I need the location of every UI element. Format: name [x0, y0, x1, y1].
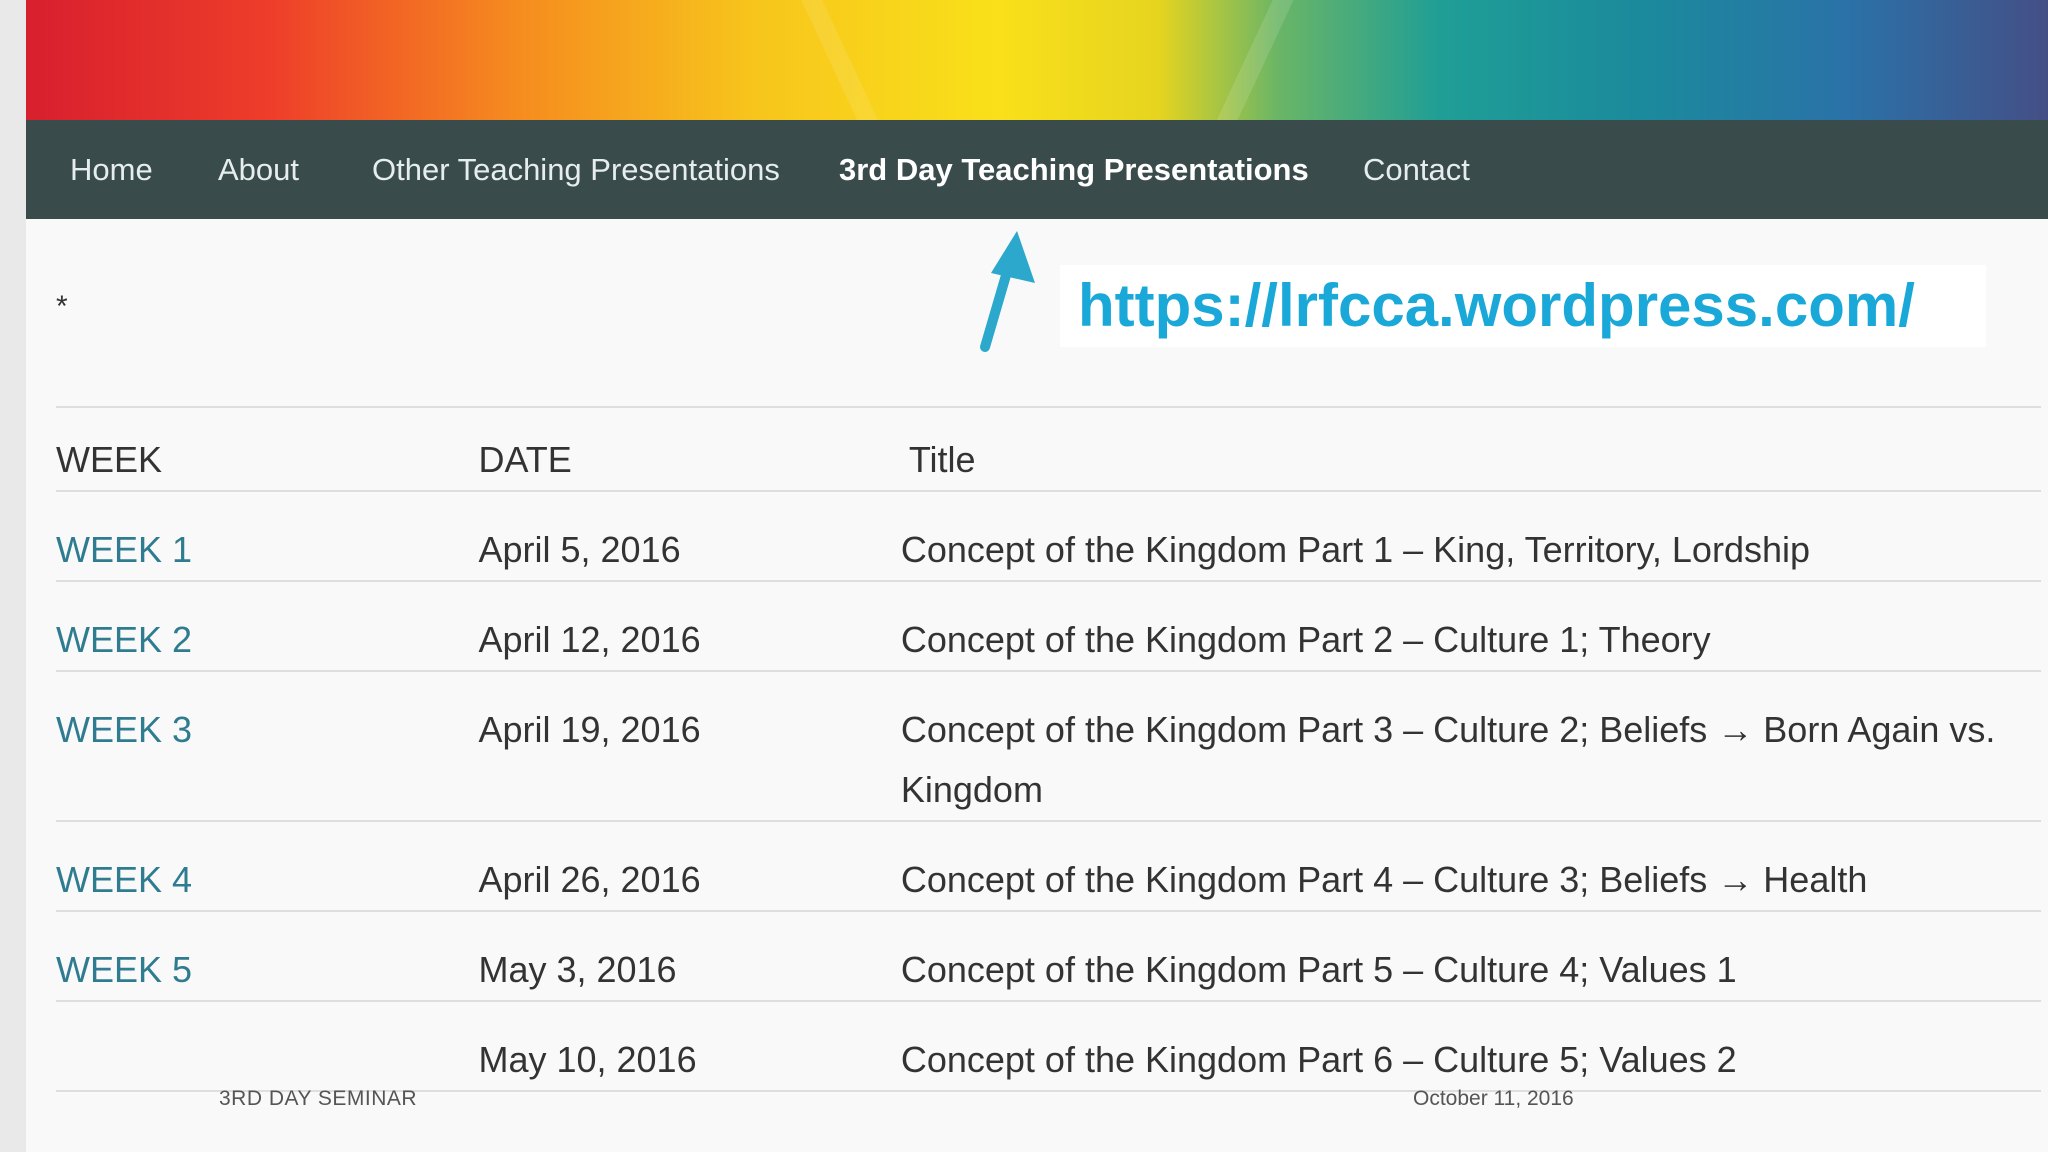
row-title: Concept of the Kingdom Part 3 – Culture …: [900, 709, 1996, 810]
row-title: Concept of the Kingdom Part 4 – Culture …: [900, 859, 1868, 900]
row-title: Concept of the Kingdom Part 5 – Culture …: [900, 949, 1737, 990]
footer-date: October 11, 2016: [1413, 1087, 1574, 1110]
slide: Home About Other Teaching Presentations …: [26, 0, 2048, 1152]
asterisk-marker: *: [56, 290, 68, 323]
nav-3rd-day-teaching-presentations[interactable]: 3rd Day Teaching Presentations: [839, 120, 1309, 219]
week-cell-empty: [56, 1001, 478, 1091]
week-link[interactable]: WEEK 4: [56, 821, 478, 911]
table-row: WEEK 1 April 5, 2016 Concept of the King…: [56, 491, 2041, 581]
row-date: April 5, 2016: [478, 529, 681, 570]
nav-contact[interactable]: Contact: [1363, 120, 1470, 219]
row-date: April 19, 2016: [478, 709, 701, 750]
row-title: Concept of the Kingdom Part 2 – Culture …: [900, 619, 1711, 660]
header-banner: [26, 0, 2048, 120]
main-nav: Home About Other Teaching Presentations …: [26, 120, 2048, 219]
week-link[interactable]: WEEK 2: [56, 581, 478, 671]
week-link[interactable]: WEEK 5: [56, 911, 478, 1001]
row-date: May 3, 2016: [478, 949, 677, 990]
nav-about[interactable]: About: [218, 120, 299, 219]
table-row: May 10, 2016 Concept of the Kingdom Part…: [56, 1001, 2041, 1091]
table-row: WEEK 4 April 26, 2016 Concept of the Kin…: [56, 821, 2041, 911]
row-date: April 26, 2016: [478, 859, 701, 900]
header-title: Title: [908, 439, 976, 480]
row-date: May 10, 2016: [478, 1039, 697, 1080]
table-row: WEEK 3 April 19, 2016 Concept of the Kin…: [56, 671, 2041, 821]
row-title: Concept of the Kingdom Part 6 – Culture …: [900, 1039, 1737, 1080]
table-row: WEEK 5 May 3, 2016 Concept of the Kingdo…: [56, 911, 2041, 1001]
nav-other-teaching-presentations[interactable]: Other Teaching Presentations: [372, 120, 780, 219]
presentations-table: WEEK DATE Title WEEK 1 April 5, 2016 Con…: [56, 406, 2041, 1092]
nav-home[interactable]: Home: [70, 120, 153, 219]
week-link[interactable]: WEEK 3: [56, 671, 478, 821]
row-date: April 12, 2016: [478, 619, 701, 660]
footer-seminar-label: 3RD DAY SEMINAR: [219, 1087, 418, 1110]
week-link[interactable]: WEEK 1: [56, 491, 478, 581]
table-header-row: WEEK DATE Title: [56, 407, 2041, 491]
row-title: Concept of the Kingdom Part 1 – King, Te…: [900, 529, 1811, 570]
table-row: WEEK 2 April 12, 2016 Concept of the Kin…: [56, 581, 2041, 671]
header-week: WEEK: [56, 439, 163, 480]
url-callout: https://lrfcca.wordpress.com/: [1060, 265, 1986, 347]
up-arrow-icon: [980, 231, 1035, 352]
header-date: DATE: [478, 439, 572, 480]
url-text[interactable]: https://lrfcca.wordpress.com/: [1078, 265, 1915, 347]
